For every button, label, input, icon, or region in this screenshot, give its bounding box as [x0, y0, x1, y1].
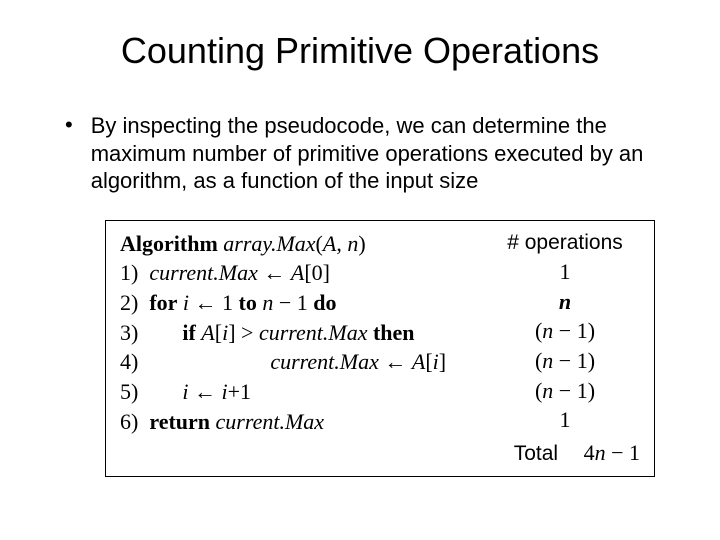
total-label: Total	[514, 442, 558, 465]
algo-line-2: 2) for i ← 1 to n − 1 do	[120, 288, 490, 318]
ops-header: # operations	[490, 229, 640, 257]
algo-line-4: 4) current.Max ← A[i]	[120, 347, 490, 377]
ops-line-2: n	[490, 287, 640, 317]
algo-header: Algorithm array.Max(A, n)	[120, 229, 490, 259]
slide-title: Counting Primitive Operations	[50, 30, 670, 72]
algorithm-code: Algorithm array.Max(A, n) 1) current.Max…	[120, 229, 490, 437]
algo-line-3: 3) if A[i] > current.Max then	[120, 318, 490, 348]
bullet-marker: •	[65, 112, 73, 138]
algo-line-5: 5) i ← i+1	[120, 377, 490, 407]
ops-line-3: (n − 1)	[490, 316, 640, 346]
algo-line-1: 1) current.Max ← A[0]	[120, 258, 490, 288]
algorithm-box: Algorithm array.Max(A, n) 1) current.Max…	[105, 220, 655, 478]
total-value: 4n − 1	[584, 440, 640, 465]
bullet-item: • By inspecting the pseudocode, we can d…	[50, 112, 670, 195]
total-row: Total 4n − 1	[514, 438, 640, 468]
ops-line-6: 1	[490, 405, 640, 435]
algo-line-6: 6) return current.Max	[120, 407, 490, 437]
operations-column: # operations 1 n (n − 1) (n − 1) (n − 1)…	[490, 229, 640, 437]
ops-line-4: (n − 1)	[490, 346, 640, 376]
ops-line-5: (n − 1)	[490, 376, 640, 406]
bullet-text: By inspecting the pseudocode, we can det…	[91, 112, 655, 195]
ops-line-1: 1	[490, 257, 640, 287]
